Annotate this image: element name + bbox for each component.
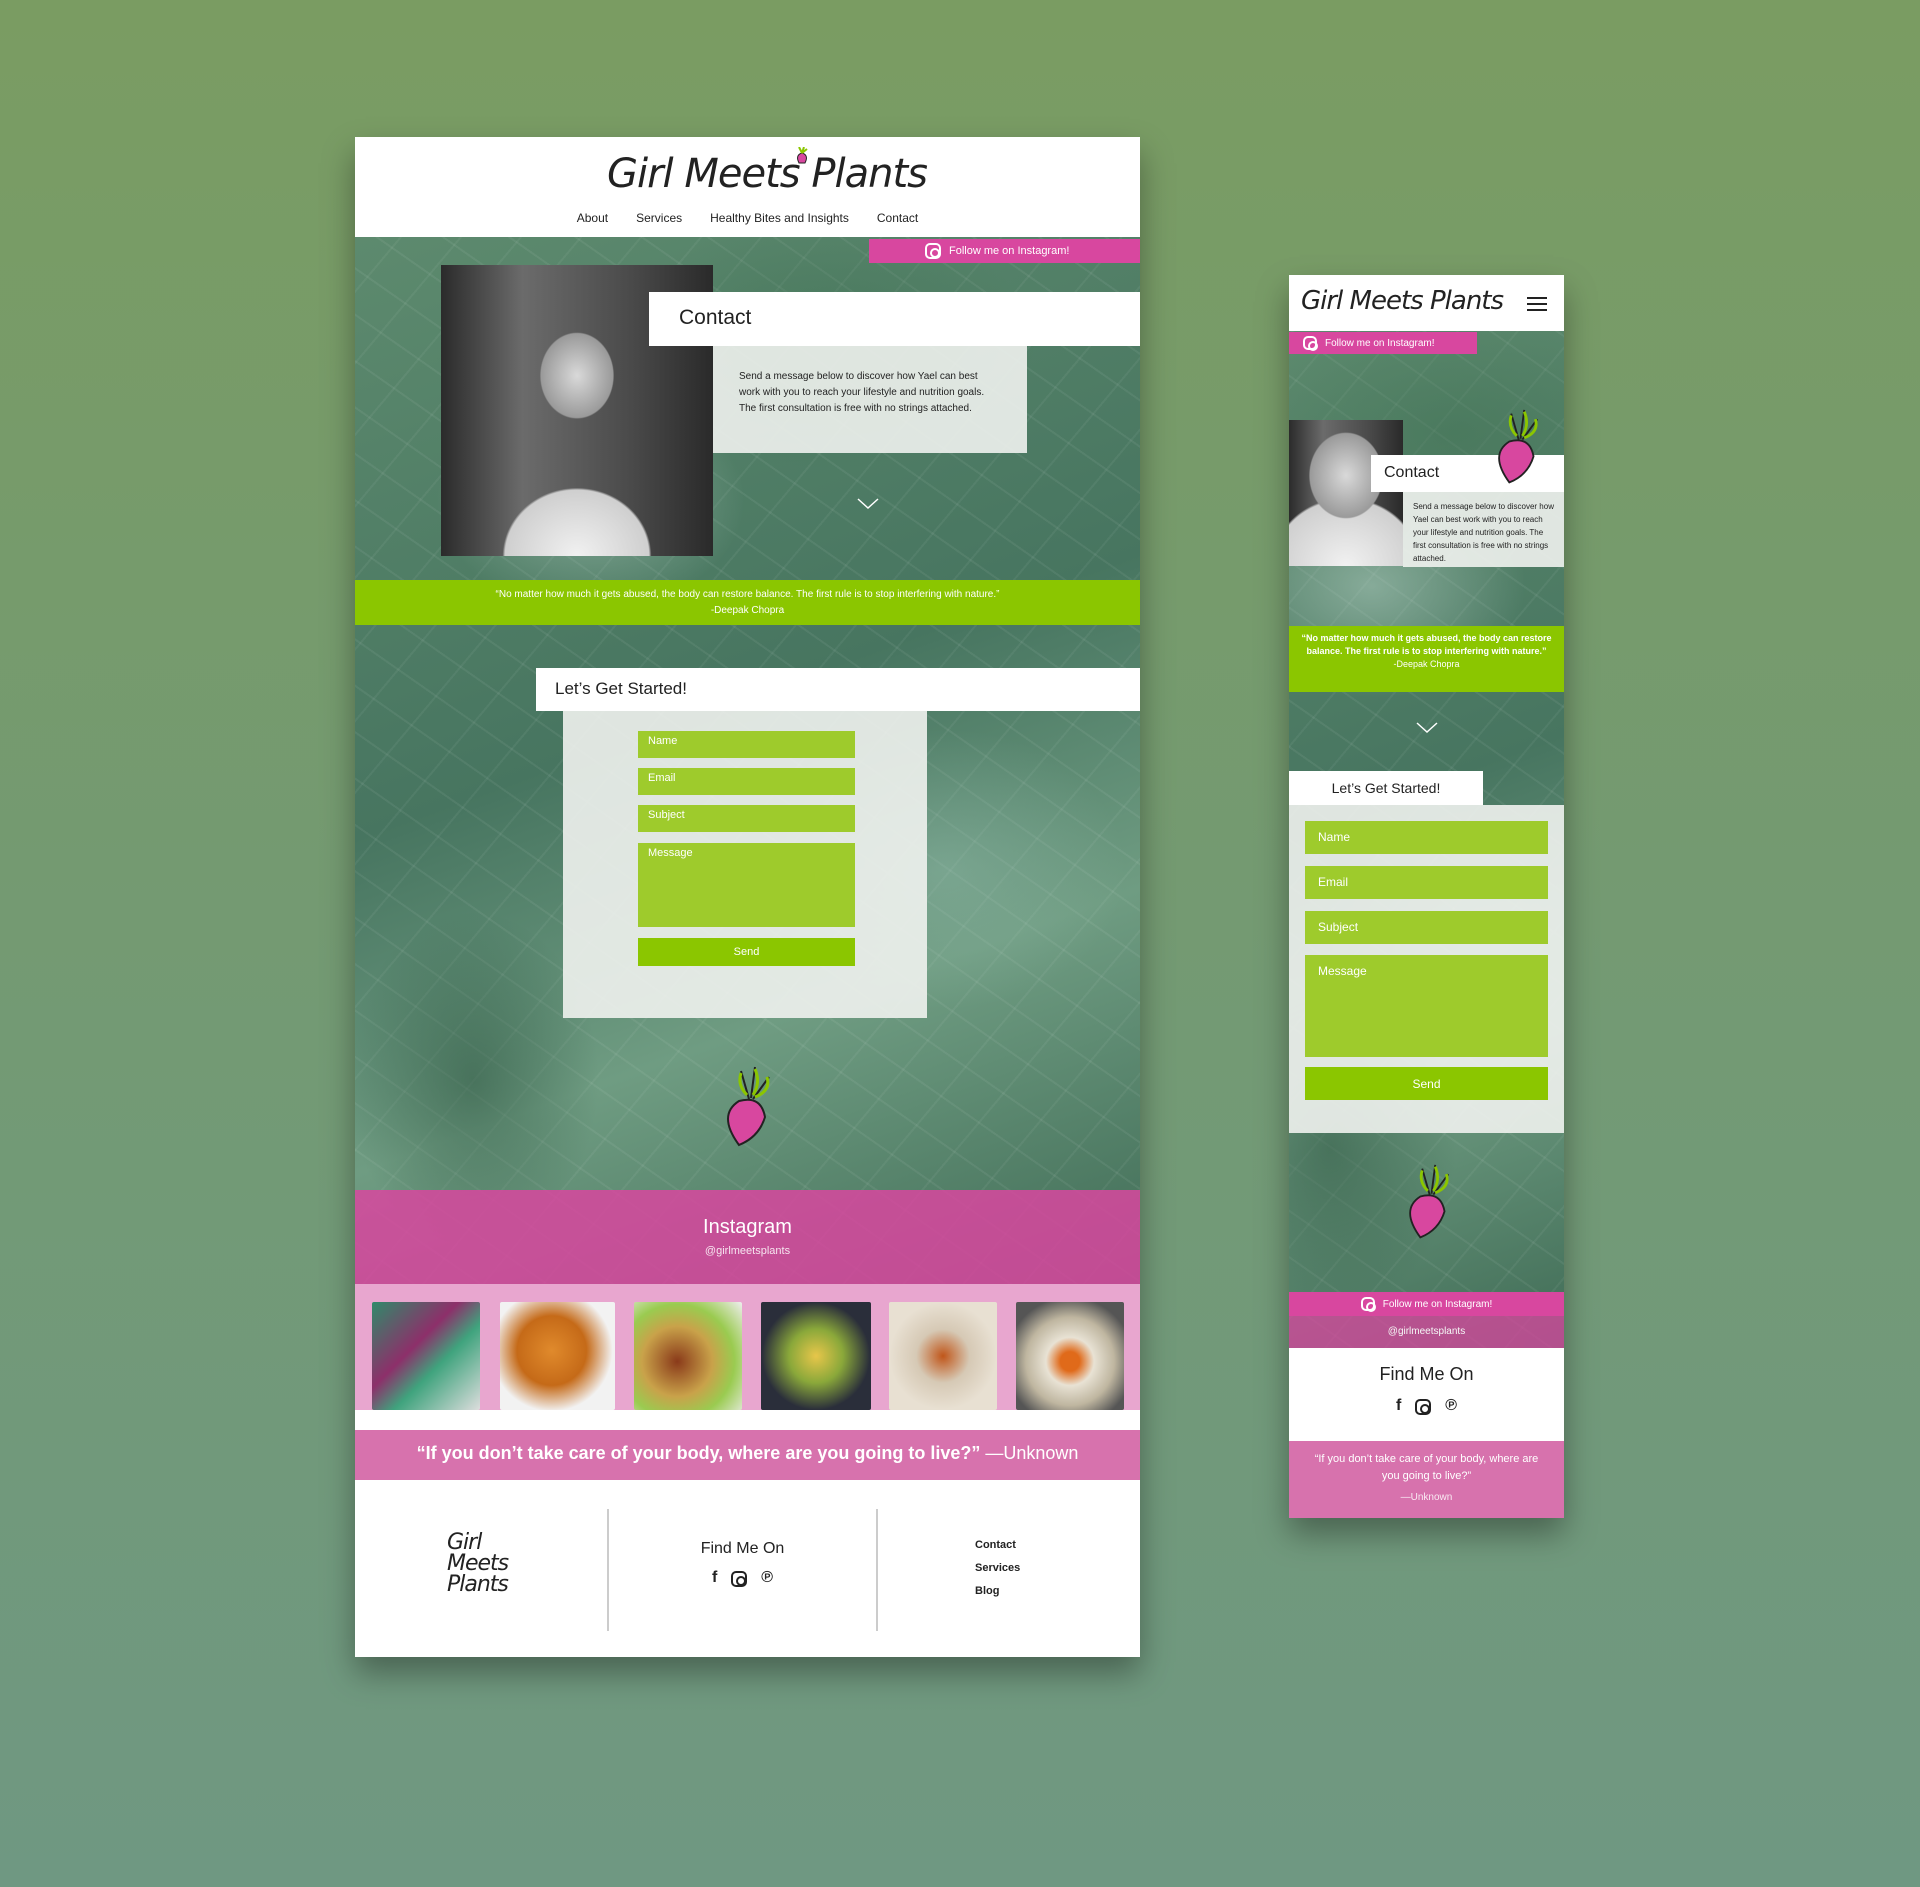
quote-banner-author: —Unknown: [985, 1443, 1079, 1463]
footer-social: f ℗: [607, 1569, 878, 1587]
footer-find-title: Find Me On: [700, 1540, 785, 1557]
footer-logo[interactable]: Girl Meets Plants: [447, 1530, 509, 1597]
quote-banner: “If you don’t take care of your body, wh…: [355, 1430, 1140, 1480]
chevron-down-icon[interactable]: [857, 497, 879, 516]
mobile-logo[interactable]: Girl Meets Plants: [1301, 286, 1504, 316]
mobile-subject-field[interactable]: Subject: [1305, 911, 1548, 944]
desktop-mockup: Girl Meets Plants About Services Healthy…: [355, 137, 1140, 1657]
instagram-photo-1[interactable]: [372, 1302, 480, 1410]
mobile-header: Girl Meets Plants: [1289, 275, 1564, 331]
mobile-quote-bar: “No matter how much it gets abused, the …: [1289, 626, 1564, 692]
mobile-portrait-photo: [1289, 420, 1403, 566]
mobile-beet-bottom: [1392, 1163, 1458, 1248]
mobile-name-field[interactable]: Name: [1305, 821, 1548, 854]
facebook-icon[interactable]: f: [712, 1569, 717, 1587]
instagram-icon: [1303, 336, 1318, 351]
mobile-quote-banner: “If you don’t take care of your body, wh…: [1289, 1441, 1564, 1518]
mobile-form-title: Let’s Get Started!: [1331, 780, 1441, 796]
form-title: Let’s Get Started!: [555, 679, 687, 698]
mobile-chevron-down-icon[interactable]: [1416, 721, 1438, 740]
nav-healthy-bites[interactable]: Healthy Bites and Insights: [710, 211, 849, 225]
footer: Girl Meets Plants Find Me On f ℗ Contact…: [355, 1480, 1140, 1657]
facebook-icon[interactable]: f: [1396, 1397, 1401, 1415]
contact-description-panel: Send a message below to discover how Yae…: [713, 345, 1027, 453]
name-field[interactable]: Name: [638, 731, 855, 758]
mobile-contact-description-panel: Send a message below to discover how Yae…: [1403, 492, 1564, 567]
mobile-quote-text: “No matter how much it gets abused, the …: [1301, 633, 1552, 656]
mobile-find-title: Find Me On: [1379, 1364, 1474, 1384]
instagram-handle: @girlmeetsplants: [704, 1245, 791, 1257]
nav-contact[interactable]: Contact: [877, 211, 918, 225]
mobile-find-me-section: Find Me On f ℗: [1289, 1348, 1564, 1441]
mobile-quote-banner-author: —Unknown: [1400, 1492, 1453, 1503]
message-field[interactable]: Message: [638, 843, 855, 927]
footer-link-contact[interactable]: Contact: [975, 1534, 1020, 1557]
footer-logo-line-3: Plants: [447, 1572, 509, 1597]
pinterest-icon[interactable]: ℗: [1445, 1397, 1457, 1415]
main-nav: About Services Healthy Bites and Insight…: [355, 211, 1140, 225]
instagram-icon[interactable]: [1415, 1399, 1432, 1415]
mobile-logo-text: Girl Meets Plants: [1301, 286, 1504, 316]
footer-links: Contact Services Blog: [975, 1534, 1020, 1603]
mobile-form-title-card: Let’s Get Started!: [1289, 771, 1483, 805]
beet-icon: [793, 146, 809, 164]
site-logo[interactable]: Girl Meets Plants: [607, 151, 928, 197]
instagram-photo-6[interactable]: [1016, 1302, 1124, 1410]
mobile-email-field[interactable]: Email: [1305, 866, 1548, 899]
quote-text: “No matter how much it gets abused, the …: [495, 589, 1000, 600]
instagram-photo-5[interactable]: [889, 1302, 997, 1410]
mobile-contact-title: Contact: [1384, 464, 1440, 481]
mobile-instagram-handle: @girlmeetsplants: [1387, 1326, 1466, 1337]
mobile-instagram-handle-bar: @girlmeetsplants: [1289, 1316, 1564, 1348]
mobile-message-field[interactable]: Message: [1305, 955, 1548, 1057]
subject-field[interactable]: Subject: [638, 805, 855, 832]
instagram-photo-4[interactable]: [761, 1302, 871, 1410]
instagram-photo-3[interactable]: [634, 1302, 742, 1410]
mobile-follow-instagram-bottom-label: Follow me on Instagram!: [1382, 1298, 1493, 1310]
quote-banner-text: “If you don’t take care of your body, wh…: [416, 1443, 981, 1463]
hamburger-menu-icon[interactable]: [1527, 297, 1547, 316]
footer-link-blog[interactable]: Blog: [975, 1580, 1020, 1603]
instagram-icon[interactable]: [731, 1571, 748, 1587]
mobile-follow-instagram-bottom[interactable]: Follow me on Instagram!: [1289, 1292, 1564, 1316]
follow-instagram-bar[interactable]: Follow me on Instagram!: [869, 239, 1140, 263]
email-field[interactable]: Email: [638, 768, 855, 795]
instagram-grid: [355, 1284, 1140, 1410]
follow-instagram-label: Follow me on Instagram!: [949, 245, 1070, 257]
instagram-photo-2[interactable]: [500, 1302, 615, 1410]
form-title-card: Let’s Get Started!: [536, 668, 1140, 711]
contact-description: Send a message below to discover how Yae…: [739, 371, 985, 414]
mobile-quote-banner-text: “If you don’t take care of your body, wh…: [1314, 1453, 1539, 1482]
beet-illustration: [709, 1065, 779, 1156]
nav-about[interactable]: About: [577, 211, 608, 225]
instagram-header: Instagram @girlmeetsplants: [355, 1190, 1140, 1284]
mobile-follow-instagram-bar[interactable]: Follow me on Instagram!: [1289, 332, 1477, 354]
quote-author: -Deepak Chopra: [710, 605, 785, 616]
quote-bar: “No matter how much it gets abused, the …: [355, 580, 1140, 625]
instagram-title: Instagram: [703, 1216, 792, 1238]
footer-logo-line-1: Girl: [447, 1530, 482, 1555]
mobile-follow-instagram-label: Follow me on Instagram!: [1325, 337, 1435, 349]
nav-services[interactable]: Services: [636, 211, 682, 225]
mobile-send-button[interactable]: Send: [1305, 1067, 1548, 1100]
mobile-contact-description: Send a message below to discover how Yae…: [1413, 502, 1554, 563]
contact-title-card: Contact: [649, 292, 1140, 346]
instagram-icon: [1360, 1297, 1376, 1312]
header: Girl Meets Plants About Services Healthy…: [355, 137, 1140, 237]
mobile-beet-illustration: [1481, 408, 1547, 493]
logo-text: Girl Meets Plants: [607, 151, 928, 197]
mobile-social: f ℗: [1289, 1397, 1564, 1415]
send-button[interactable]: Send: [638, 938, 855, 966]
footer-link-services[interactable]: Services: [975, 1557, 1020, 1580]
mobile-quote-author: -Deepak Chopra: [1393, 659, 1460, 669]
footer-logo-line-2: Meets: [447, 1551, 509, 1576]
contact-title: Contact: [679, 306, 752, 329]
pinterest-icon[interactable]: ℗: [761, 1569, 773, 1587]
mobile-mockup: Girl Meets Plants Follow me on Instagram…: [1289, 275, 1564, 1518]
instagram-icon: [925, 243, 941, 259]
